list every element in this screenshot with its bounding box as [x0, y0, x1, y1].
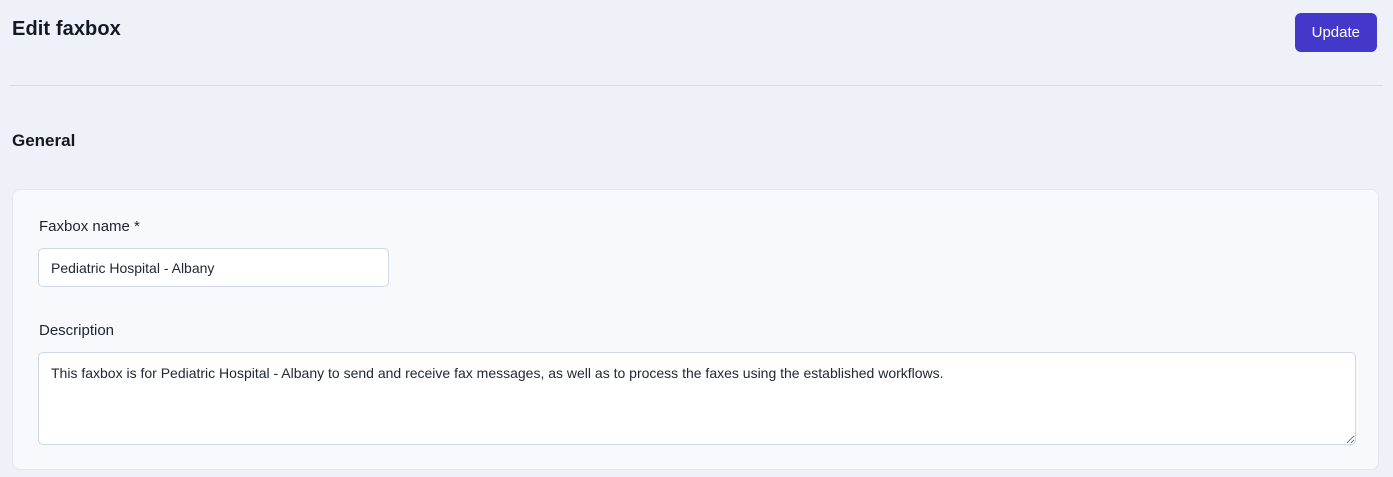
- page-title: Edit faxbox: [12, 18, 121, 40]
- page-header: Edit faxbox Update: [10, 0, 1383, 86]
- faxbox-name-label: Faxbox name *: [39, 218, 140, 235]
- description-textarea[interactable]: [38, 352, 1356, 445]
- section-title-general: General: [12, 131, 76, 150]
- faxbox-name-input[interactable]: [38, 248, 389, 287]
- update-button[interactable]: Update: [1294, 13, 1377, 52]
- description-label: Description: [39, 322, 115, 339]
- general-card: Faxbox name * Description: [12, 189, 1379, 470]
